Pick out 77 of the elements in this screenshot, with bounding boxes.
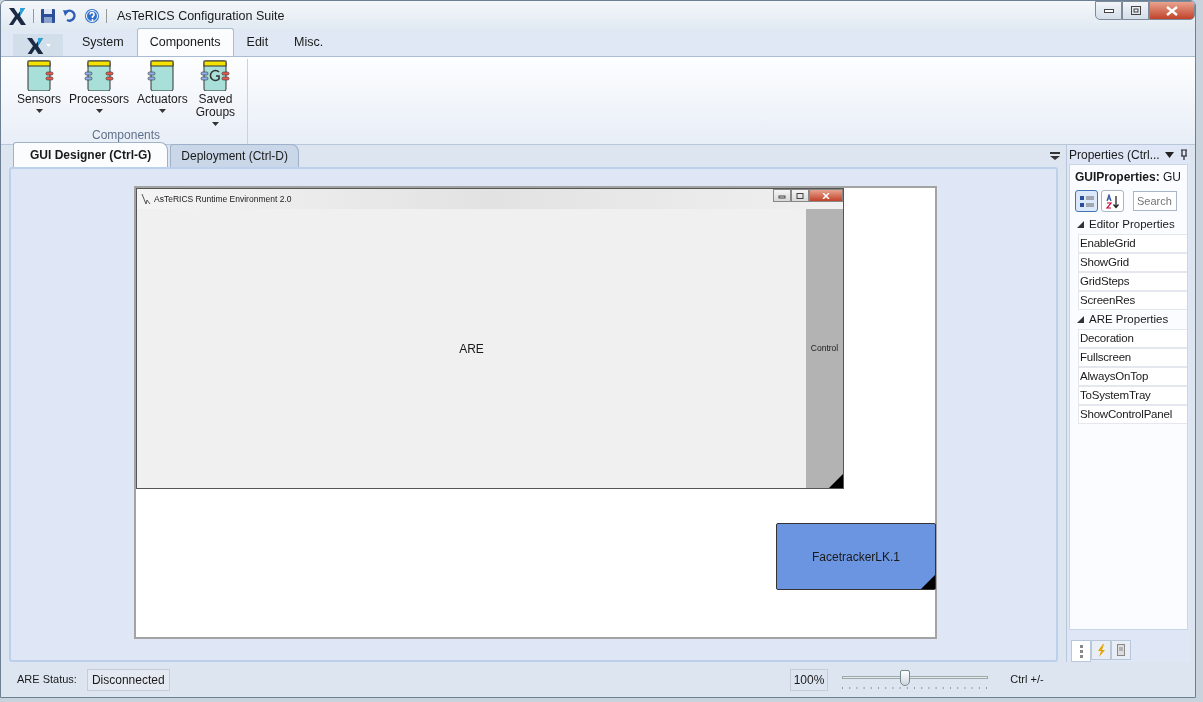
alphabetical-sort-button[interactable] bbox=[1101, 190, 1124, 212]
property-name[interactable]: AlwaysOnTop bbox=[1078, 367, 1187, 386]
panel-title: Properties (Ctrl... bbox=[1069, 146, 1160, 164]
property-name[interactable]: EnableGrid bbox=[1078, 234, 1187, 253]
component-icon bbox=[83, 59, 116, 91]
object-name: GUIProperties: GU bbox=[1075, 169, 1183, 186]
ribbon-tab[interactable]: Misc. bbox=[281, 28, 337, 56]
tab-menu-icon[interactable] bbox=[1050, 152, 1060, 160]
close-button[interactable] bbox=[1149, 1, 1195, 20]
ribbon-group-label: Components bbox=[92, 128, 161, 144]
caret-icon bbox=[211, 122, 219, 126]
category-list-icon bbox=[1078, 193, 1095, 209]
app-menu-button[interactable] bbox=[13, 34, 63, 56]
close-button[interactable] bbox=[809, 189, 843, 202]
app-logo-icon bbox=[25, 36, 51, 54]
component-label: FacetrackerLK.1 bbox=[811, 548, 900, 566]
close-icon bbox=[1166, 5, 1178, 16]
panel-tab[interactable] bbox=[1111, 640, 1131, 660]
lightning-icon bbox=[1097, 643, 1105, 657]
restore-icon bbox=[1130, 6, 1141, 15]
property-name[interactable]: ShowControlPanel bbox=[1078, 405, 1187, 424]
shortcut-hint: Ctrl +/- bbox=[1010, 672, 1044, 688]
expand-icon[interactable] bbox=[1077, 316, 1084, 323]
ribbon-tab[interactable]: Components bbox=[136, 28, 234, 56]
are-logo-icon bbox=[141, 193, 151, 205]
window-title: AsTeRICS Configuration Suite bbox=[117, 7, 285, 25]
search-field[interactable]: Search bbox=[1133, 191, 1177, 211]
status-label: ARE Status: bbox=[17, 672, 77, 688]
close-icon bbox=[822, 192, 830, 199]
property-name[interactable]: ShowGrid bbox=[1078, 253, 1187, 272]
save-icon[interactable] bbox=[40, 8, 56, 24]
property-name[interactable]: Fullscreen bbox=[1078, 348, 1187, 367]
document-icon bbox=[1117, 644, 1125, 656]
slider-thumb[interactable] bbox=[900, 669, 911, 686]
property-name[interactable]: ScreenRes bbox=[1078, 291, 1187, 310]
property-name[interactable]: ToSystemTray bbox=[1078, 386, 1187, 405]
caret-icon bbox=[35, 109, 43, 113]
ribbon-tab[interactable]: Edit bbox=[233, 28, 282, 56]
are-window[interactable]: AsTeRICS Runtime Environment 2.0 ARE Control bbox=[136, 188, 844, 489]
document-tab[interactable]: GUI Designer (Ctrl-G) bbox=[13, 142, 169, 167]
property-name[interactable]: GridSteps bbox=[1078, 272, 1187, 291]
app-logo-icon[interactable] bbox=[7, 6, 27, 26]
property-name[interactable]: Decoration bbox=[1078, 329, 1187, 348]
resize-handle[interactable] bbox=[829, 474, 843, 488]
help-icon[interactable] bbox=[84, 8, 100, 24]
maximize-button[interactable] bbox=[1122, 1, 1149, 20]
caret-icon bbox=[95, 109, 103, 113]
zoom-value: 100% bbox=[789, 668, 829, 691]
caret-icon bbox=[158, 109, 166, 113]
minimize-icon bbox=[1103, 8, 1114, 13]
maximize-button[interactable] bbox=[791, 189, 809, 202]
maximize-icon bbox=[796, 192, 804, 199]
panel-tab[interactable] bbox=[1071, 640, 1091, 662]
ribbon-button[interactable]: Saved Groups bbox=[191, 59, 240, 126]
are-window-title: AsTeRICS Runtime Environment 2.0 bbox=[154, 192, 292, 206]
pin-icon[interactable] bbox=[1179, 149, 1188, 160]
ribbon-tab[interactable]: System bbox=[69, 28, 137, 56]
component-block[interactable]: FacetrackerLK.1 bbox=[776, 523, 936, 590]
ribbon-button[interactable]: Actuators bbox=[133, 59, 192, 126]
dropdown-icon[interactable] bbox=[1164, 151, 1174, 158]
control-panel-label: Control bbox=[810, 342, 839, 355]
category-label: Editor Properties bbox=[1089, 216, 1175, 232]
document-tab[interactable]: Deployment (Ctrl-D) bbox=[170, 144, 300, 167]
status-value: Disconnected bbox=[86, 668, 170, 691]
ribbon-button[interactable]: Sensors bbox=[13, 59, 66, 126]
list-icon bbox=[1079, 644, 1083, 658]
ribbon-button[interactable]: Processors bbox=[65, 59, 134, 126]
resize-handle[interactable] bbox=[921, 575, 935, 589]
expand-icon[interactable] bbox=[1077, 221, 1084, 228]
component-icon bbox=[199, 59, 232, 91]
minimize-icon bbox=[778, 192, 786, 199]
sort-az-icon bbox=[1104, 193, 1121, 209]
undo-icon[interactable] bbox=[62, 8, 78, 24]
categorized-sort-button[interactable] bbox=[1075, 190, 1098, 212]
are-content-label: ARE bbox=[458, 340, 485, 358]
category-label: ARE Properties bbox=[1089, 311, 1169, 327]
minimize-button[interactable] bbox=[1095, 1, 1122, 20]
